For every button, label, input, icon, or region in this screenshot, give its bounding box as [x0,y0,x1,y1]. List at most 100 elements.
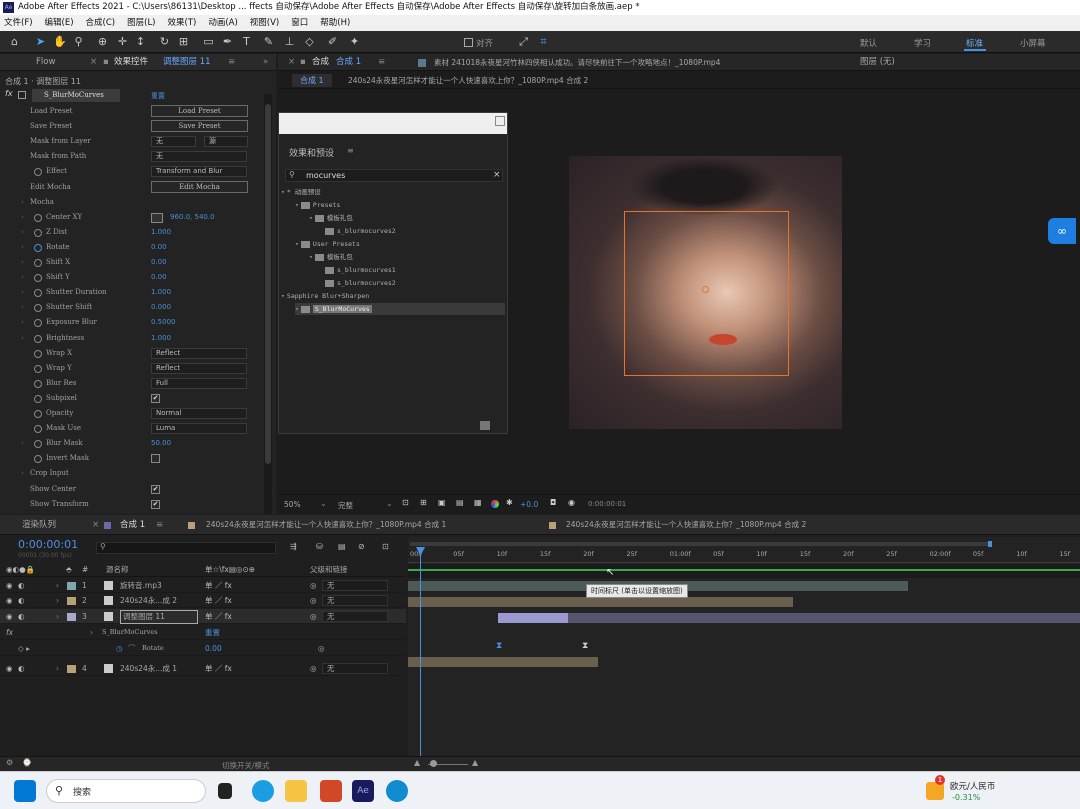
effect-prop-select[interactable]: Full [151,377,247,389]
effect-prop-value[interactable]: 50.00 [151,436,171,451]
effect-prop-row[interactable]: › Shift X 0.00 [0,255,262,270]
effect-controls-layer[interactable]: 调整图层 11 [163,54,211,71]
effect-prop-row[interactable]: › Shutter Duration 1.000 [0,285,262,300]
home-icon[interactable]: ⌂ [8,35,21,48]
zoom-out-icon[interactable]: ▲ [414,758,420,767]
effect-scrollbar-thumb[interactable] [265,104,271,464]
pickwhip-icon[interactable]: ◎ [310,609,317,624]
rect-tool-icon[interactable]: ▭ [202,35,215,48]
stopwatch-icon[interactable] [34,455,42,464]
effect-prop-row[interactable]: Blur Res Full [0,376,262,391]
render-queue-tab[interactable]: 渲染队列 [22,515,56,535]
effect-prop-checkbox[interactable]: ✔ [151,499,160,509]
exposure-value[interactable]: +0.0 [520,500,538,509]
effect-prop-row[interactable]: Edit Mocha Edit Mocha [0,180,262,195]
effects-tree-item[interactable]: s_blurmocurves2 [323,225,505,237]
brush-tool-icon[interactable]: ✎ [262,35,275,48]
stopwatch-icon[interactable] [34,243,42,252]
effect-prop-row[interactable]: › Crop Input [0,466,262,481]
lock-icon[interactable]: ▪ [103,54,109,71]
maximize-icon[interactable] [495,116,505,126]
stopwatch-icon[interactable] [34,410,42,418]
switches-icons[interactable]: 单 ／ fx [205,609,232,624]
close-icon[interactable]: × [90,54,97,71]
stopwatch-icon[interactable] [34,425,42,434]
effect-prop-select[interactable]: Transform and Blur [151,166,247,178]
effect-scrollbar[interactable] [264,94,272,514]
selection-tool-icon[interactable]: ➤ [34,35,47,48]
twirl-icon[interactable]: ▾ [295,240,299,248]
timeline-timecode[interactable]: 0:00:00:01 [18,538,78,551]
twirl-icon[interactable]: › [21,225,24,240]
twirl-icon[interactable]: › [56,593,59,608]
zoom-in-icon[interactable]: ▲ [472,758,478,767]
eye-icon[interactable]: ◉ [6,593,13,608]
effect-prop-button[interactable]: Load Preset [151,105,248,117]
after-effects-taskbar-icon[interactable]: Ae [352,780,374,802]
show-snapshot-icon[interactable]: ◉ [568,498,575,507]
rotate-value[interactable]: 0.00 [205,641,222,656]
stopwatch-icon[interactable] [34,168,42,177]
effect-controls-tab[interactable]: 效果控件 [114,54,148,71]
panel-menu-icon[interactable]: ≡ [156,515,163,535]
anchor-tool-icon[interactable]: ⊞ [177,35,190,48]
effect-prop-row[interactable]: Opacity Normal [0,406,262,421]
workspace-standard[interactable]: 标准 [966,37,983,49]
rotate-tool-icon[interactable]: ↻ [158,35,171,48]
menu-help[interactable]: 帮助(H) [320,15,350,31]
effect-prop-row[interactable]: Wrap X Reflect [0,346,262,361]
stamp-tool-icon[interactable]: ⊥ [283,35,296,48]
close-icon[interactable]: × [92,515,99,535]
lock-icon[interactable]: ▪ [300,54,306,71]
close-icon[interactable]: × [288,54,295,71]
transparency-icon[interactable]: ▦ [474,498,482,507]
label-color-chip[interactable] [67,665,76,673]
draft3d-icon[interactable]: ⛁ [316,542,323,551]
effects-tree-item[interactable]: ▾ 模板礼包 [309,212,505,224]
timeline-tab-comp-b[interactable]: 240s24永夜星河怎样才能让一个人快速喜欢上你？_1080P.mp4 合成 1 [206,515,446,535]
layer-name[interactable]: 旋转音.mp3 [120,578,162,593]
pan-tool-icon[interactable]: ✛ [116,35,129,48]
layer-row[interactable]: ◉ ◐ › 2 240s24永...成 2 单 ／ fx ◎ 无 [0,593,406,608]
layer-tab[interactable]: 图层 (无) [860,54,895,71]
playhead-line[interactable] [420,547,421,767]
frame-blend-icon[interactable]: ⊘ [358,542,365,551]
transform-box[interactable] [624,211,789,376]
new-folder-icon[interactable] [480,421,490,430]
render-time-icon[interactable]: ⚙ [6,758,13,767]
grid-icon[interactable]: ⊞ [420,498,427,507]
panel-menu-icon[interactable]: ≡ [228,54,235,71]
effect-prop-row[interactable]: Show Center ✔ [0,482,262,497]
effect-prop-select[interactable]: 无 [151,151,247,163]
menu-edit[interactable]: 编辑(E) [45,15,74,31]
footage-tab[interactable]: 素材 241018永夜星河竹林四侠相认成功。请尽快前往下一个攻略地点！_1080… [434,54,720,71]
audio-icon[interactable]: ◐ [18,661,25,676]
menu-animation[interactable]: 动画(A) [208,15,237,31]
timeline-tab-comp-c[interactable]: 240s24永夜星河怎样才能让一个人快速喜欢上你？_1080P.mp4 合成 2 [566,515,806,535]
pickwhip-icon[interactable]: ◎ [310,578,317,593]
twirl-icon[interactable]: › [21,195,24,210]
hand-tool-icon[interactable]: ✋ [53,35,67,48]
stopwatch-icon[interactable] [34,274,42,283]
comp-tab-name[interactable]: 合成 1 [336,54,361,71]
keyframe-icon[interactable]: ⧗ [582,641,588,651]
keyframe-icon[interactable]: ⧗ [496,641,502,651]
twirl-icon[interactable]: ▾ [309,253,313,261]
effect-prop-row[interactable]: Mask Use Luma [0,421,262,436]
center-anchor-icon[interactable] [702,286,709,293]
keyframe-nav-icon[interactable]: ◇ ▸ [18,641,30,656]
label-color-chip[interactable] [67,613,76,621]
zoom-slider-thumb[interactable] [430,760,437,767]
audio-icon[interactable]: ◐ [18,609,25,624]
effect-prop-checkbox[interactable]: ✔ [151,393,160,403]
wps-icon[interactable] [320,780,342,802]
snap-option-icon[interactable]: ⤢ [517,35,530,48]
crosshair-icon[interactable] [151,212,163,223]
twirl-icon[interactable]: › [56,578,59,593]
comp-subtab-1[interactable]: 合成 1 [292,74,332,87]
clear-search-icon[interactable]: × [493,170,501,180]
effect-prop-checkbox[interactable]: ✔ [151,484,160,494]
effect-reset-link[interactable]: 重置 [151,91,165,101]
effects-tree-item[interactable]: ▾ S_BlurMoCurves [295,303,505,315]
effect-prop-select[interactable]: Normal [151,408,247,419]
